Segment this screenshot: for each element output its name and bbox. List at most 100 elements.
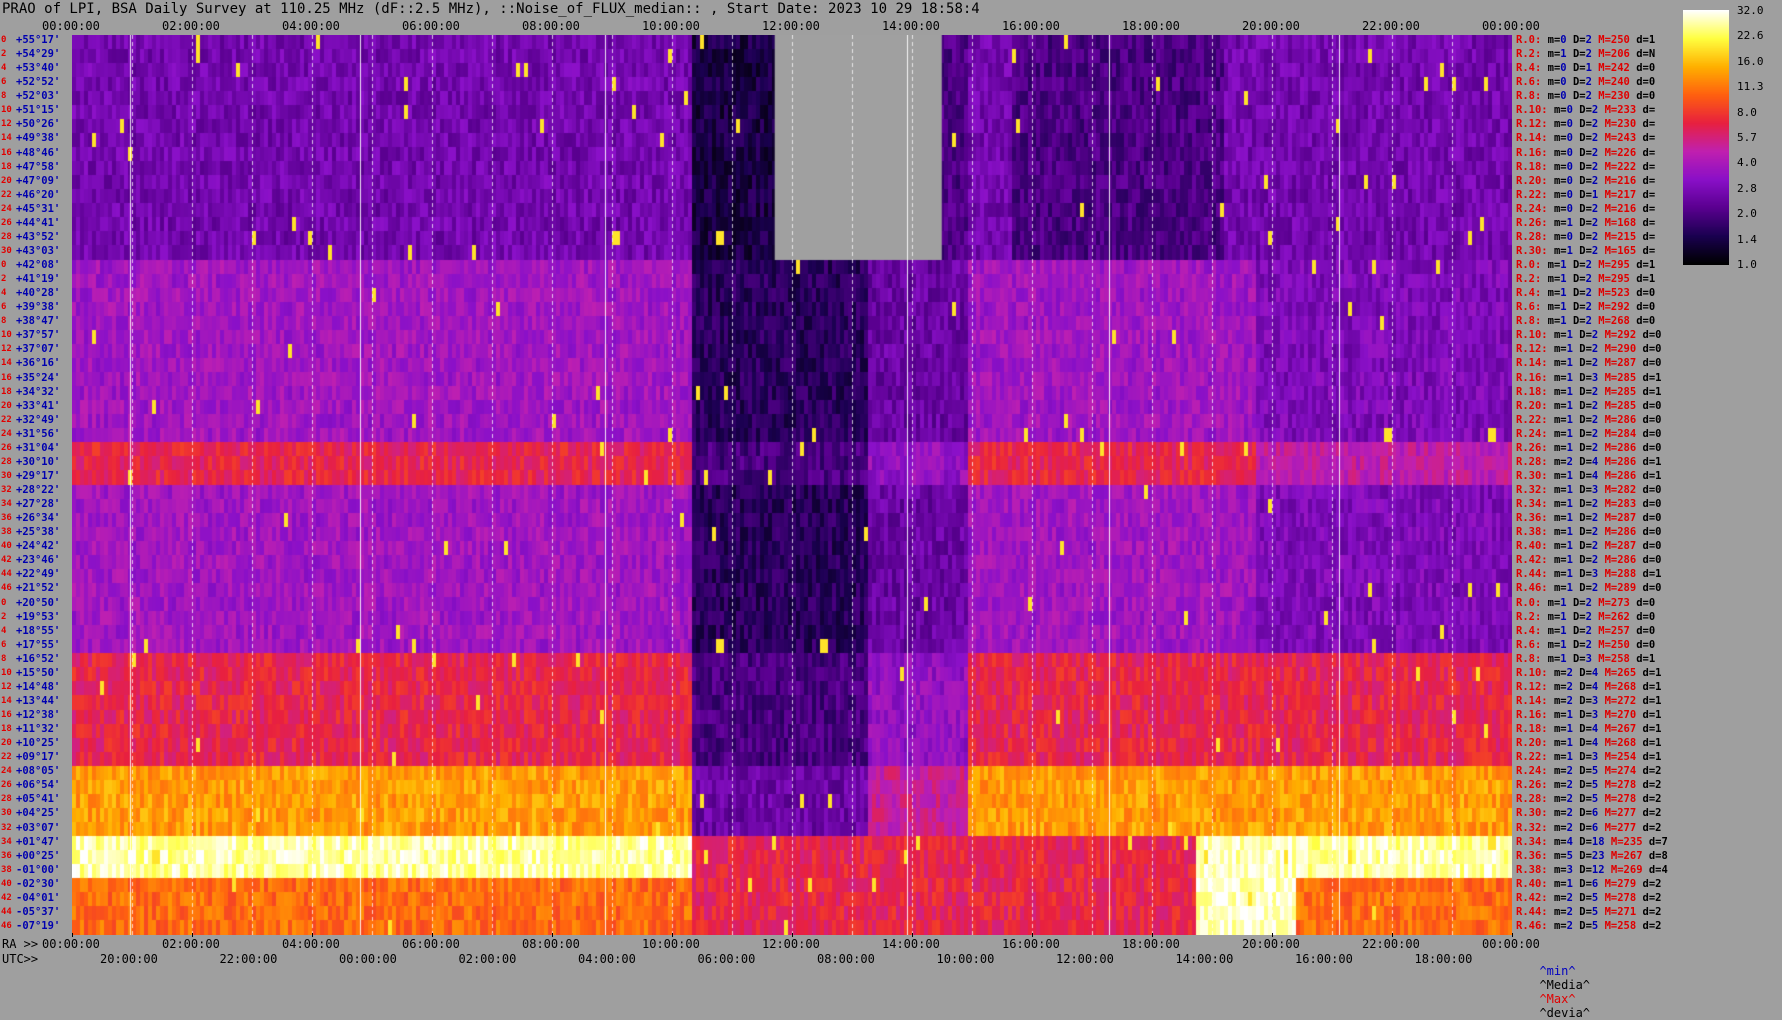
row-number: 4 [1, 625, 7, 636]
stats-gap [1662, 343, 1668, 355]
stats-prefix: m= [1553, 385, 1567, 398]
stats-prefix: M= [1604, 793, 1618, 806]
stats-prefix: m= [1553, 793, 1567, 806]
utc-tick-label: 12:00:00 [1056, 952, 1114, 966]
stats-prefix: M= [1604, 680, 1618, 693]
row-number: 20 [1, 738, 12, 749]
stats-gap [1655, 217, 1661, 229]
stats-prefix: m= [1553, 709, 1567, 721]
declination-label: +41°19' [16, 273, 61, 286]
row-number: 16 [1, 372, 12, 383]
stats-row: R.2: m=1 D=2 M=262 d=0 [1516, 611, 1662, 623]
stats-prefix: d= [1642, 202, 1656, 215]
stats-prefix: D= [1579, 512, 1592, 525]
stats-prefix: m= [1553, 821, 1567, 834]
axis-tick-mark [1512, 933, 1513, 937]
stats-prefix: d= [1636, 34, 1649, 46]
stats-prefix: M= [1604, 371, 1618, 384]
stats-value-r: R.42: [1516, 554, 1548, 567]
stats-gap [1655, 147, 1661, 159]
stats-prefix: D= [1579, 737, 1592, 750]
stats-prefix: D= [1579, 385, 1592, 398]
declination-label: +45°31' [16, 202, 61, 215]
row-number: 28 [1, 231, 12, 242]
stats-prefix: D= [1579, 216, 1592, 229]
stats-row: R.24: m=0 D=2 M=216 d= [1516, 203, 1662, 215]
declination-label: -02°30' [16, 877, 61, 890]
stats-prefix: M= [1604, 104, 1618, 117]
stats-value-r: R.20: [1516, 737, 1548, 750]
declination-label: +31°56' [16, 427, 61, 440]
stats-prefix: m= [1553, 877, 1567, 890]
stats-prefix: D= [1579, 863, 1592, 876]
utc-tick-label: 16:00:00 [1295, 952, 1353, 966]
stats-value-m: 216 [1617, 174, 1637, 187]
stats-value-m: 270 [1617, 709, 1637, 721]
stats-row: R.36: m=5 D=23 M=267 d=8 [1516, 850, 1674, 862]
stats-value-m: 273 [1610, 596, 1630, 609]
legend-min: ^min^ [1539, 964, 1576, 978]
stats-gap [1655, 132, 1661, 144]
stats-prefix: m= [1553, 582, 1567, 595]
row-number: 40 [1, 878, 12, 889]
stats-value-m: 267 [1623, 849, 1643, 862]
stats-prefix: M= [1598, 596, 1611, 609]
stats-prefix: d= [1642, 694, 1656, 707]
stats-prefix: D= [1579, 666, 1592, 679]
stats-gap [1655, 48, 1661, 60]
stats-value-r: R.40: [1516, 877, 1548, 890]
legend-footer: ^min^ ^Media^ ^Max^ ^devia^ [1525, 950, 1590, 1020]
stats-prefix: d= [1642, 427, 1656, 440]
stats-prefix: D= [1572, 610, 1586, 623]
row-number: 2 [1, 611, 7, 622]
stats-prefix: D= [1579, 582, 1592, 595]
colorbar-tick-label: 4.0 [1737, 156, 1757, 170]
stats-gap [1662, 793, 1668, 805]
row-number: 4 [1, 63, 7, 74]
stats-prefix: D= [1579, 680, 1592, 693]
stats-prefix: m= [1553, 737, 1567, 750]
stats-prefix: D= [1579, 877, 1592, 890]
stats-row: R.30: m=1 D=4 M=286 d=1 [1516, 470, 1668, 482]
stats-prefix: m= [1547, 76, 1561, 89]
row-number: 42 [1, 555, 12, 566]
stats-prefix: M= [1604, 399, 1618, 412]
stats-value-m: 286 [1617, 469, 1637, 482]
stats-gap [1662, 695, 1668, 707]
stats-value-m: 289 [1617, 582, 1637, 595]
stats-value-m: 216 [1617, 202, 1637, 215]
stats-prefix: d= [1642, 104, 1656, 117]
stats-value-m: 288 [1617, 568, 1637, 581]
row-number: 30 [1, 245, 12, 256]
declination-label: +05°41' [16, 793, 61, 806]
ra-tick-label: 16:00:00 [1002, 937, 1060, 951]
stats-value-m: 286 [1617, 455, 1637, 468]
declination-label: +09°17' [16, 751, 61, 764]
stats-prefix: D= [1572, 596, 1586, 609]
stats-gap [1662, 428, 1668, 440]
stats-prefix: m= [1553, 188, 1567, 201]
stats-value-r: R.2: [1516, 610, 1542, 623]
stats-prefix: M= [1598, 287, 1611, 300]
stats-prefix: M= [1604, 919, 1618, 932]
legend-median: ^Media^ [1539, 978, 1591, 992]
ra-tick-label: 00:00:00 [42, 937, 100, 951]
utc-tick-label: 02:00:00 [458, 952, 517, 966]
declination-label: -01°00' [16, 863, 61, 876]
utc-tick-label: 06:00:00 [697, 952, 756, 966]
stats-gap [1655, 639, 1661, 651]
stats-row: R.18: m=1 D=2 M=285 d=1 [1516, 386, 1668, 398]
stats-prefix: D= [1579, 118, 1592, 131]
stats-prefix: M= [1598, 34, 1611, 46]
stats-prefix: D= [1572, 624, 1586, 637]
stats-prefix: D= [1572, 259, 1586, 271]
stats-row: R.34: m=1 D=2 M=283 d=0 [1516, 498, 1668, 510]
stats-prefix: M= [1604, 498, 1618, 511]
stats-prefix: d= [1642, 891, 1656, 904]
stats-prefix: d= [1636, 315, 1649, 328]
axis-tick-mark [192, 933, 193, 937]
stats-gap [1662, 807, 1668, 819]
stats-value-m: 233 [1617, 104, 1637, 117]
stats-row: R.28: m=0 D=2 M=215 d= [1516, 231, 1662, 243]
row-number: 12 [1, 119, 12, 130]
